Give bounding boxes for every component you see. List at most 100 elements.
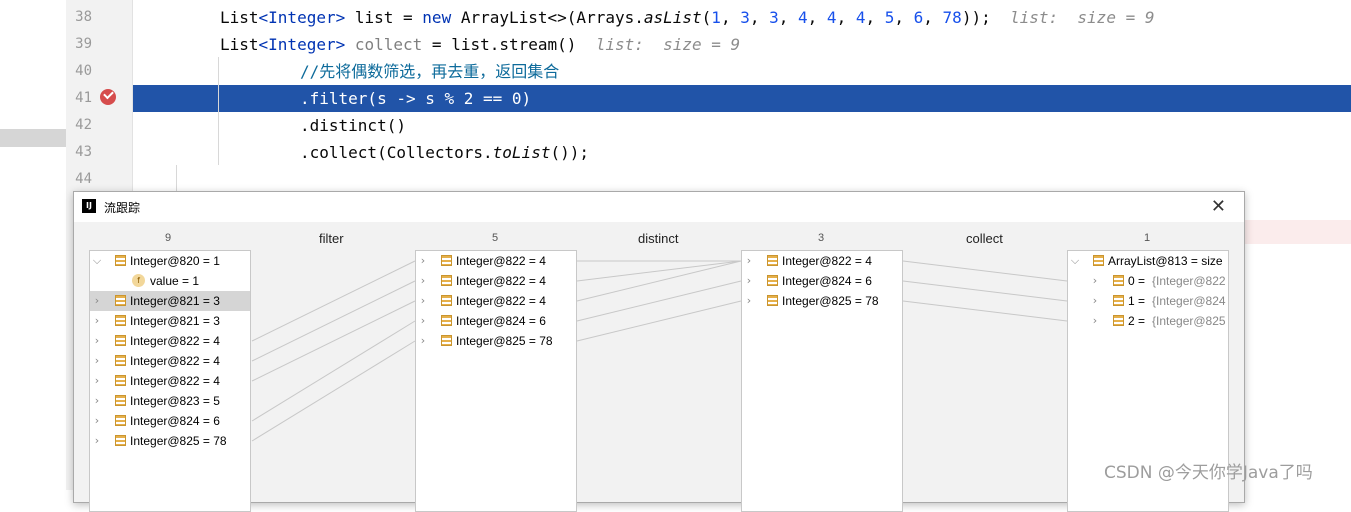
field-icon bbox=[115, 395, 126, 406]
chevron-right-icon[interactable]: › bbox=[92, 311, 102, 331]
list-item[interactable]: › 2 = {Integer@825 bbox=[1068, 311, 1228, 331]
count-label: 1 bbox=[1144, 232, 1151, 244]
field-icon bbox=[115, 295, 126, 306]
list-item[interactable]: › Integer@822 = 4 bbox=[416, 271, 576, 291]
list-item[interactable]: ⌵ ArrayList@813 = size bbox=[1068, 251, 1228, 271]
line-number: 39 bbox=[75, 36, 92, 52]
chevron-right-icon[interactable]: › bbox=[1090, 291, 1100, 311]
chevron-right-icon[interactable]: › bbox=[418, 331, 428, 351]
list-item[interactable]: › Integer@822 = 4 bbox=[90, 331, 250, 351]
field-icon bbox=[115, 335, 126, 346]
count-label: 9 bbox=[165, 232, 172, 244]
trace-link bbox=[902, 300, 1068, 322]
trace-link bbox=[251, 340, 416, 442]
line-number: 43 bbox=[75, 144, 92, 160]
list-item[interactable]: › Integer@824 = 6 bbox=[416, 311, 576, 331]
code-line-41-selected[interactable]: .filter(s -> s % 2 == 0) bbox=[133, 85, 1351, 112]
code-line-42[interactable]: .distinct() bbox=[133, 112, 1351, 139]
trace-link bbox=[902, 260, 1068, 282]
field-icon bbox=[767, 295, 778, 306]
chevron-right-icon[interactable]: › bbox=[92, 411, 102, 431]
list-item[interactable]: › Integer@825 = 78 bbox=[90, 431, 250, 451]
list-item[interactable]: › Integer@822 = 4 bbox=[416, 251, 576, 271]
field-icon bbox=[441, 295, 452, 306]
field-icon bbox=[441, 275, 452, 286]
inline-hint: list: size = 9 bbox=[1009, 8, 1155, 27]
op-collect: collect bbox=[966, 231, 1003, 246]
line-number: 41 bbox=[75, 90, 92, 106]
chevron-right-icon[interactable]: › bbox=[418, 251, 428, 271]
field-icon bbox=[115, 315, 126, 326]
list-item[interactable]: › Integer@821 = 3 bbox=[90, 311, 250, 331]
field-icon bbox=[115, 415, 126, 426]
list-item[interactable]: f value = 1 bbox=[90, 271, 250, 291]
trace-link bbox=[576, 260, 742, 302]
list-item[interactable]: › Integer@822 = 4 bbox=[742, 251, 902, 271]
line-number: 40 bbox=[75, 63, 92, 79]
code-line-38[interactable]: List<Integer> list = new ArrayList<>(Arr… bbox=[133, 4, 1351, 31]
field-icon bbox=[767, 275, 778, 286]
chevron-down-icon[interactable]: ⌵ bbox=[92, 251, 102, 271]
breakpoint-icon[interactable] bbox=[100, 89, 116, 105]
chevron-right-icon[interactable]: › bbox=[418, 271, 428, 291]
line-number: 44 bbox=[75, 171, 92, 187]
list-item[interactable]: › Integer@825 = 78 bbox=[416, 331, 576, 351]
field-icon bbox=[1113, 315, 1124, 326]
code-line-39[interactable]: List<Integer> collect = list.stream() li… bbox=[133, 31, 1351, 58]
chevron-right-icon[interactable]: › bbox=[92, 291, 102, 311]
field-f-icon: f bbox=[132, 274, 145, 287]
chevron-down-icon[interactable]: ⌵ bbox=[1070, 251, 1080, 271]
list-item[interactable]: › Integer@824 = 6 bbox=[742, 271, 902, 291]
field-icon bbox=[441, 315, 452, 326]
chevron-right-icon[interactable]: › bbox=[418, 311, 428, 331]
chevron-right-icon[interactable]: › bbox=[744, 291, 754, 311]
list-item[interactable]: › Integer@822 = 4 bbox=[416, 291, 576, 311]
field-icon bbox=[115, 255, 126, 266]
field-icon bbox=[1113, 295, 1124, 306]
field-icon bbox=[767, 255, 778, 266]
list-item[interactable]: › Integer@822 = 4 bbox=[90, 371, 250, 391]
chevron-right-icon[interactable]: › bbox=[744, 251, 754, 271]
chevron-right-icon[interactable]: › bbox=[418, 291, 428, 311]
chevron-right-icon[interactable]: › bbox=[92, 431, 102, 451]
list-item[interactable]: ⌵ Integer@820 = 1 bbox=[90, 251, 250, 271]
field-icon bbox=[115, 435, 126, 446]
chevron-right-icon[interactable]: › bbox=[92, 371, 102, 391]
chevron-right-icon[interactable]: › bbox=[92, 391, 102, 411]
field-icon bbox=[1113, 275, 1124, 286]
trace-link bbox=[251, 260, 416, 342]
count-label: 5 bbox=[492, 232, 499, 244]
indent-guide bbox=[218, 57, 219, 165]
list-item-selected[interactable]: › Integer@821 = 3 bbox=[90, 291, 250, 311]
code-line-43[interactable]: .collect(Collectors.toList()); bbox=[133, 139, 1351, 166]
inline-hint: list: size = 9 bbox=[595, 35, 741, 54]
list-item[interactable]: › 1 = {Integer@824 bbox=[1068, 291, 1228, 311]
left-scroll-marker bbox=[0, 129, 66, 147]
trace-column-filter: › Integer@822 = 4 › Integer@822 = 4 › Integ… bbox=[415, 250, 577, 512]
list-item[interactable]: › Integer@823 = 5 bbox=[90, 391, 250, 411]
trace-column-source: ⌵ Integer@820 = 1 f value = 1 › Integer@821… bbox=[89, 250, 251, 512]
trace-link bbox=[576, 260, 742, 282]
field-icon bbox=[115, 375, 126, 386]
chevron-right-icon[interactable]: › bbox=[744, 271, 754, 291]
list-item[interactable]: › Integer@824 = 6 bbox=[90, 411, 250, 431]
op-distinct: distinct bbox=[638, 231, 679, 246]
field-icon bbox=[441, 335, 452, 346]
trace-link bbox=[576, 300, 742, 342]
code-line-40[interactable]: //先将偶数筛选，再去重，返回集合 bbox=[133, 58, 1351, 85]
list-item[interactable]: › 0 = {Integer@822 bbox=[1068, 271, 1228, 291]
chevron-right-icon[interactable]: › bbox=[1090, 271, 1100, 291]
trace-column-distinct: › Integer@822 = 4 › Integer@824 = 6 › Integ… bbox=[741, 250, 903, 512]
list-item[interactable]: › Integer@822 = 4 bbox=[90, 351, 250, 371]
list-item[interactable]: › Integer@825 = 78 bbox=[742, 291, 902, 311]
trace-link bbox=[251, 300, 416, 382]
trace-link bbox=[576, 280, 742, 322]
line-highlight bbox=[1244, 220, 1351, 244]
chevron-right-icon[interactable]: › bbox=[92, 351, 102, 371]
watermark: CSDN @今天你学Java了吗 bbox=[1104, 463, 1313, 483]
chevron-right-icon[interactable]: › bbox=[92, 331, 102, 351]
stream-trace-dialog: IJ 流跟踪 ✕ 9 5 3 1 filter distinct collect bbox=[73, 191, 1245, 512]
chevron-right-icon[interactable]: › bbox=[1090, 311, 1100, 331]
field-icon bbox=[1093, 255, 1104, 266]
field-icon bbox=[441, 255, 452, 266]
